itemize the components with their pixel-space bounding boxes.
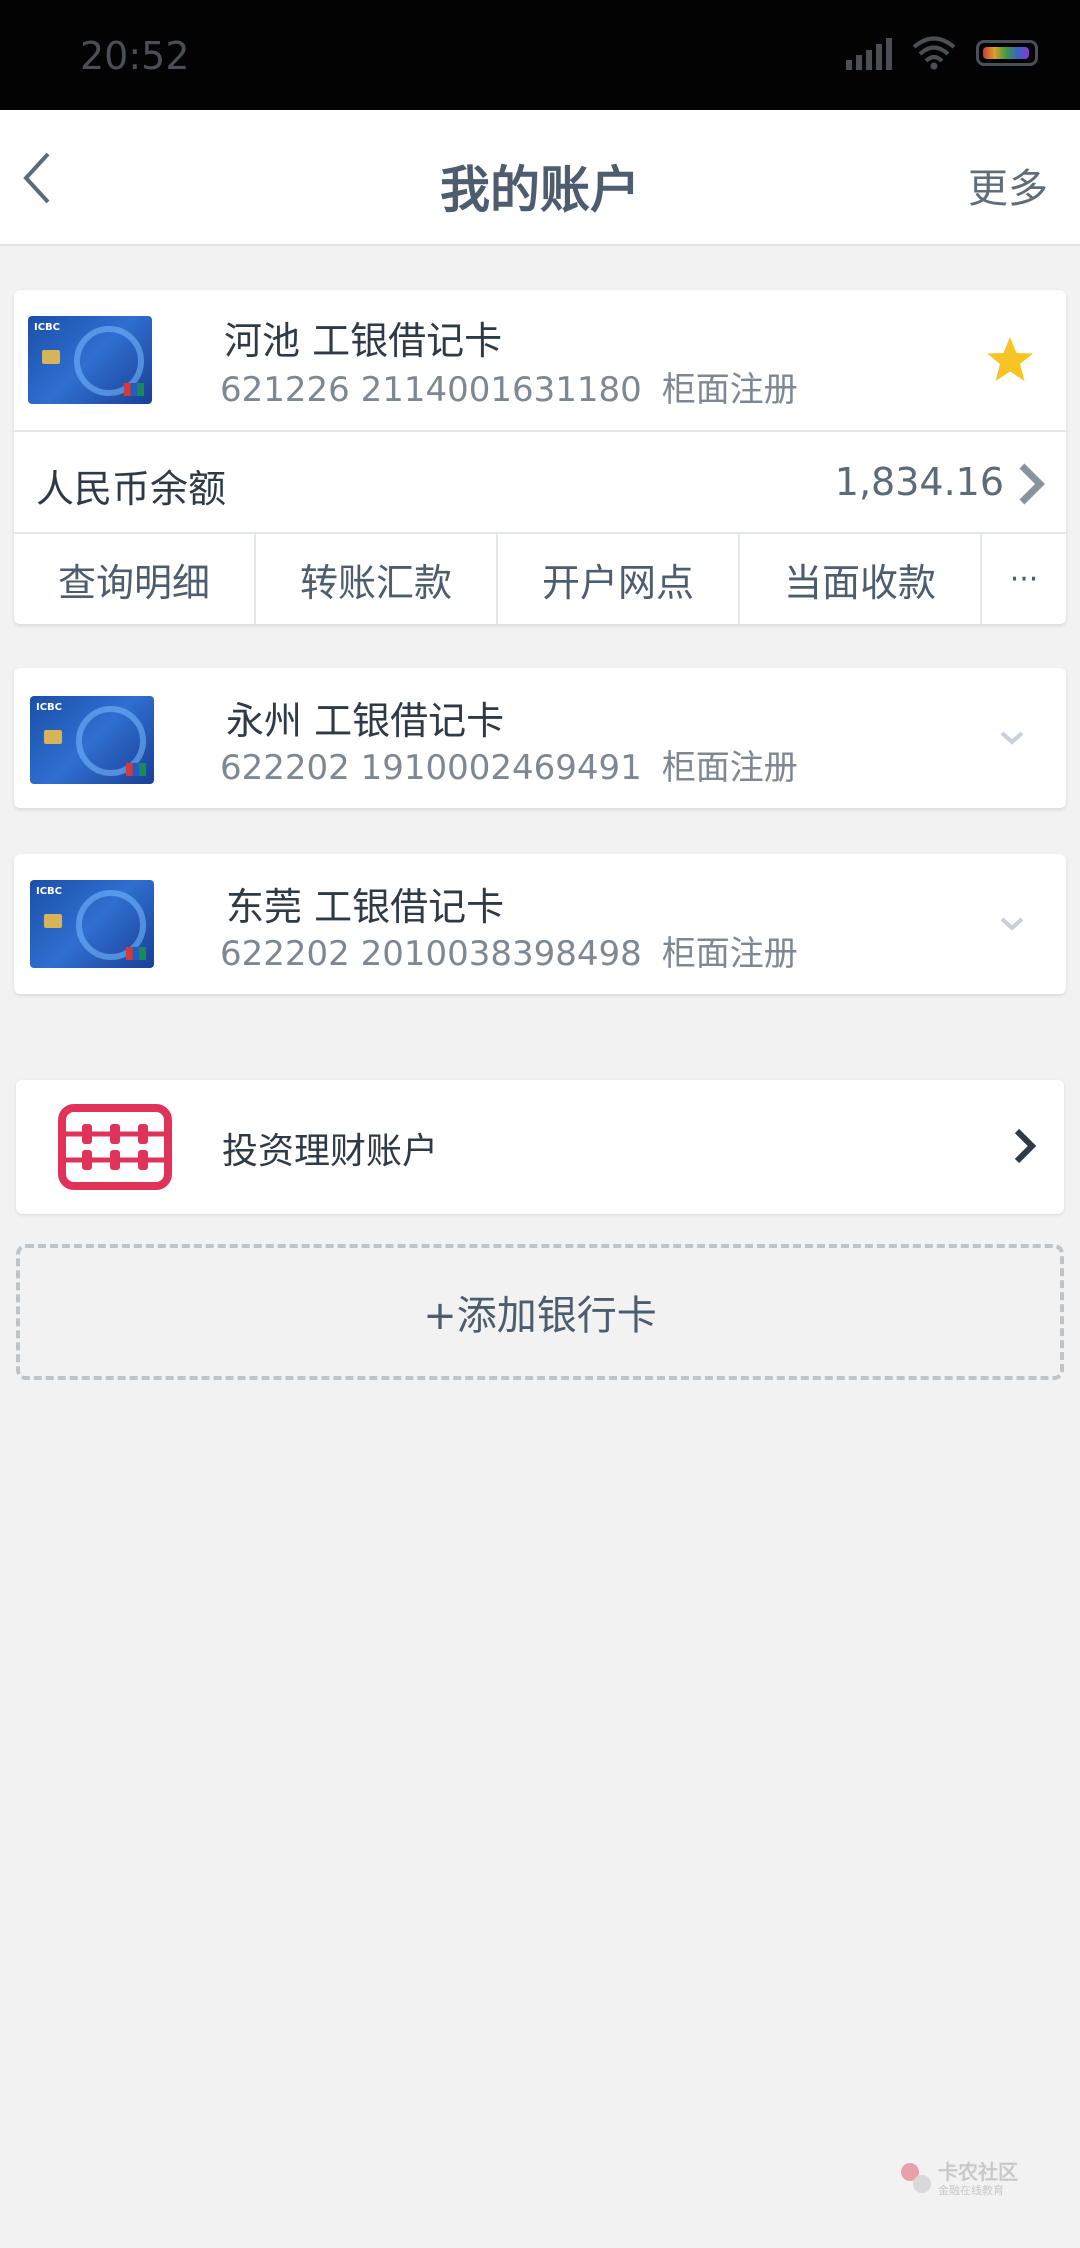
status-time: 20:52 — [80, 34, 190, 78]
star-icon[interactable] — [984, 334, 1036, 386]
invest-account-row[interactable]: 投资理财账户 — [16, 1080, 1064, 1214]
primary-card: ICBC 河池 工银借记卡 621226 2114001631180 柜面注册 人… — [14, 290, 1066, 624]
card-actions: 查询明细 转账汇款 开户网点 当面收款 ··· — [14, 532, 1066, 624]
wifi-icon — [912, 36, 956, 70]
status-bar: 20:52 — [0, 0, 1080, 110]
account-card[interactable]: ICBC 东莞 工银借记卡 622202 2010038398498 柜面注册 — [14, 854, 1066, 994]
action-more[interactable]: ··· — [982, 534, 1066, 624]
more-button[interactable]: 更多 — [968, 156, 1048, 214]
account-card[interactable]: ICBC 永州 工银借记卡 622202 1910002469491 柜面注册 — [14, 668, 1066, 808]
invest-label: 投资理财账户 — [222, 1131, 439, 1172]
status-icons — [846, 36, 1038, 70]
chevron-right-icon — [1019, 463, 1045, 505]
card-name: 永州 工银借记卡 — [226, 699, 505, 743]
card-registration: 柜面注册 — [661, 748, 798, 788]
card-number-line: 622202 1910002469491 柜面注册 — [220, 740, 798, 789]
watermark-subtitle: 金融在线教育 — [938, 2184, 1004, 2197]
balance-label: 人民币余额 — [36, 467, 227, 511]
card-header[interactable]: ICBC 永州 工银借记卡 622202 1910002469491 柜面注册 — [14, 668, 1066, 808]
abacus-icon — [58, 1104, 172, 1190]
bank-card-image: ICBC — [28, 316, 152, 404]
card-header[interactable]: ICBC 东莞 工银借记卡 622202 2010038398498 柜面注册 — [14, 854, 1066, 994]
nav-bar: 我的账户 更多 — [0, 110, 1080, 246]
bank-card-image: ICBC — [30, 880, 154, 968]
watermark-title: 卡农社区 — [938, 2160, 1018, 2184]
watermark-icon — [901, 2163, 931, 2193]
card-number: 621226 2114001631180 — [220, 370, 642, 410]
add-bank-card-button[interactable]: +添加银行卡 — [16, 1244, 1064, 1380]
balance-value: 1,834.16 — [834, 460, 1004, 504]
balance-row[interactable]: 人民币余额 1,834.16 — [14, 430, 1066, 532]
watermark-logo: 卡农社区 金融在线教育 — [898, 2156, 1024, 2202]
signal-icon — [846, 36, 892, 70]
card-number: 622202 2010038398498 — [220, 934, 642, 974]
card-name: 东莞 工银借记卡 — [226, 885, 505, 929]
card-registration: 柜面注册 — [661, 934, 798, 974]
action-branch[interactable]: 开户网点 — [498, 534, 740, 624]
action-transfer[interactable]: 转账汇款 — [256, 534, 498, 624]
card-number-line: 622202 2010038398498 柜面注册 — [220, 926, 798, 975]
action-receive[interactable]: 当面收款 — [740, 534, 982, 624]
action-query-details[interactable]: 查询明细 — [14, 534, 256, 624]
chevron-right-icon — [1014, 1128, 1037, 1164]
chevron-down-icon[interactable] — [998, 724, 1026, 752]
card-registration: 柜面注册 — [661, 370, 798, 410]
chevron-down-icon[interactable] — [998, 910, 1026, 938]
bank-card-image: ICBC — [30, 696, 154, 784]
card-number: 622202 1910002469491 — [220, 748, 642, 788]
card-name: 河池 工银借记卡 — [224, 319, 503, 363]
card-header[interactable]: ICBC 河池 工银借记卡 621226 2114001631180 柜面注册 — [14, 290, 1066, 430]
page-title: 我的账户 — [440, 161, 640, 219]
card-number-line: 621226 2114001631180 柜面注册 — [220, 362, 798, 411]
battery-icon — [976, 40, 1038, 66]
